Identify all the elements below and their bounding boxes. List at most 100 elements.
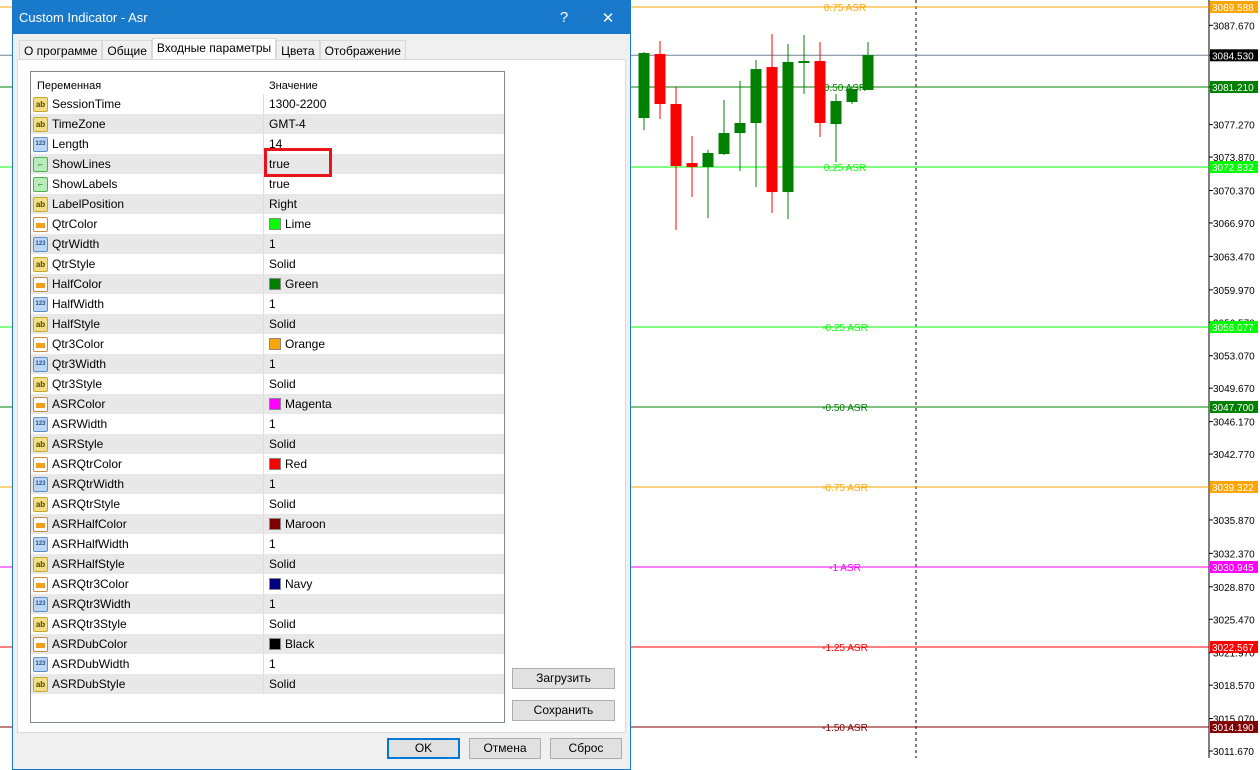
param-row[interactable]: ab ASRHalfStyle Solid: [31, 554, 504, 574]
param-row[interactable]: ab Qtr3Style Solid: [31, 374, 504, 394]
ab-type-icon: ab: [33, 436, 48, 452]
param-row[interactable]: 123 ASRDubWidth 1: [31, 654, 504, 674]
param-row[interactable]: 123 ASRWidth 1: [31, 414, 504, 434]
param-value-cell[interactable]: 1: [264, 534, 276, 554]
param-value-cell[interactable]: Orange: [264, 334, 325, 354]
param-value-cell[interactable]: Solid: [264, 254, 296, 274]
level-price-tag: 3039.322: [1212, 483, 1254, 494]
param-row[interactable]: 123 Qtr3Width 1: [31, 354, 504, 374]
tab-colors[interactable]: Цвета: [276, 40, 320, 60]
param-value-cell[interactable]: Magenta: [264, 394, 332, 414]
tab-common[interactable]: Общие: [102, 40, 152, 60]
tab-inputs[interactable]: Входные параметры: [151, 38, 277, 60]
param-value-cell[interactable]: 1: [264, 474, 276, 494]
axis-tick-label: 3046.170: [1213, 418, 1255, 429]
save-button[interactable]: Сохранить: [512, 700, 615, 721]
axis-tick-label: 3042.770: [1213, 450, 1255, 461]
param-value-cell[interactable]: Navy: [264, 574, 312, 594]
asr-level-label: -0.75 ASR: [822, 483, 868, 494]
ab-type-icon: ab: [33, 496, 48, 512]
param-row[interactable]: ASRHalfColor Maroon: [31, 514, 504, 534]
level-price-tag: 3014.190: [1212, 723, 1254, 734]
param-value-cell[interactable]: Solid: [264, 374, 296, 394]
param-value: Right: [269, 197, 298, 211]
param-value-cell[interactable]: true: [264, 174, 290, 194]
load-button[interactable]: Загрузить: [512, 668, 615, 689]
cancel-button[interactable]: Отмена: [469, 738, 541, 759]
param-row[interactable]: ab LabelPosition Right: [31, 194, 504, 214]
param-name-cell: 123 Qtr3Width: [31, 354, 264, 374]
param-name-cell: ab HalfStyle: [31, 314, 264, 334]
tab-visualization[interactable]: Отображение: [319, 40, 406, 60]
param-value-cell[interactable]: GMT-4: [264, 114, 306, 134]
num-type-icon: 123: [33, 136, 48, 152]
param-value-cell[interactable]: Lime: [264, 214, 311, 234]
param-row[interactable]: ab ASRQtrStyle Solid: [31, 494, 504, 514]
param-name-cell: 123 Length: [31, 134, 264, 154]
param-row[interactable]: 123 ASRQtrWidth 1: [31, 474, 504, 494]
color-swatch: [269, 338, 281, 350]
param-row[interactable]: QtrColor Lime: [31, 214, 504, 234]
param-value-cell[interactable]: Green: [264, 274, 318, 294]
param-row[interactable]: ab ASRQtr3Style Solid: [31, 614, 504, 634]
param-row[interactable]: ab HalfStyle Solid: [31, 314, 504, 334]
param-row[interactable]: ab ASRStyle Solid: [31, 434, 504, 454]
param-value-cell[interactable]: 1: [264, 294, 276, 314]
param-value-cell[interactable]: Right: [264, 194, 297, 214]
param-name: ASRHalfWidth: [52, 537, 129, 551]
param-value-cell[interactable]: Solid: [264, 614, 296, 634]
axis-tick-label: 3070.370: [1213, 187, 1255, 198]
param-value-cell[interactable]: Red: [264, 454, 307, 474]
param-name: Qtr3Style: [52, 377, 103, 391]
param-name-cell: ASRColor: [31, 394, 264, 414]
param-value-cell[interactable]: Solid: [264, 314, 296, 334]
param-name: ASRHalfStyle: [52, 557, 125, 571]
param-row[interactable]: 123 QtrWidth 1: [31, 234, 504, 254]
param-row[interactable]: ab QtrStyle Solid: [31, 254, 504, 274]
param-value-cell[interactable]: 1: [264, 414, 276, 434]
param-value-cell[interactable]: 1: [264, 594, 276, 614]
param-value: Solid: [269, 317, 296, 331]
param-row[interactable]: ⌐ ShowLabels true: [31, 174, 504, 194]
param-row[interactable]: HalfColor Green: [31, 274, 504, 294]
reset-button[interactable]: Сброс: [550, 738, 622, 759]
ok-button[interactable]: OK: [387, 738, 460, 759]
close-button[interactable]: ✕: [586, 9, 630, 27]
param-value-cell[interactable]: 1300-2200: [264, 94, 326, 114]
param-row[interactable]: ASRColor Magenta: [31, 394, 504, 414]
help-button[interactable]: ?: [542, 9, 586, 26]
param-value: Magenta: [285, 397, 332, 411]
param-row[interactable]: Qtr3Color Orange: [31, 334, 504, 354]
param-name: ASRQtrWidth: [52, 477, 125, 491]
axis-tick-label: 3011.670: [1213, 747, 1254, 758]
param-row[interactable]: 123 HalfWidth 1: [31, 294, 504, 314]
param-row[interactable]: ASRQtr3Color Navy: [31, 574, 504, 594]
asr-level-label: -1.50 ASR: [822, 723, 868, 734]
param-row[interactable]: ASRDubColor Black: [31, 634, 504, 654]
param-name-cell: Qtr3Color: [31, 334, 264, 354]
param-row[interactable]: 123 ASRQtr3Width 1: [31, 594, 504, 614]
param-value-cell[interactable]: 1: [264, 654, 276, 674]
param-row[interactable]: ab ASRDubStyle Solid: [31, 674, 504, 694]
param-value-cell[interactable]: Solid: [264, 554, 296, 574]
param-value-cell[interactable]: Black: [264, 634, 314, 654]
color-type-icon: [33, 516, 48, 532]
param-row[interactable]: ab SessionTime 1300-2200: [31, 94, 504, 114]
asr-level-label: -0.50 ASR: [822, 403, 868, 414]
param-row[interactable]: ab TimeZone GMT-4: [31, 114, 504, 134]
param-name: HalfColor: [52, 277, 103, 291]
param-value-cell[interactable]: Solid: [264, 494, 296, 514]
param-value-cell[interactable]: Solid: [264, 674, 296, 694]
candle-body: [782, 61, 794, 193]
tab-about[interactable]: О программе: [19, 40, 103, 60]
param-value-cell[interactable]: Solid: [264, 434, 296, 454]
param-row[interactable]: ASRQtrColor Red: [31, 454, 504, 474]
param-name-cell: ab SessionTime: [31, 94, 264, 114]
param-value-cell[interactable]: 1: [264, 234, 276, 254]
param-value-cell[interactable]: 1: [264, 354, 276, 374]
param-value-cell[interactable]: Maroon: [264, 514, 326, 534]
param-row[interactable]: 123 ASRHalfWidth 1: [31, 534, 504, 554]
axis-tick-label: 3025.470: [1213, 615, 1255, 626]
param-name: ASRQtr3Width: [52, 597, 131, 611]
asr-level-label: 0.50 ASR: [824, 83, 866, 94]
